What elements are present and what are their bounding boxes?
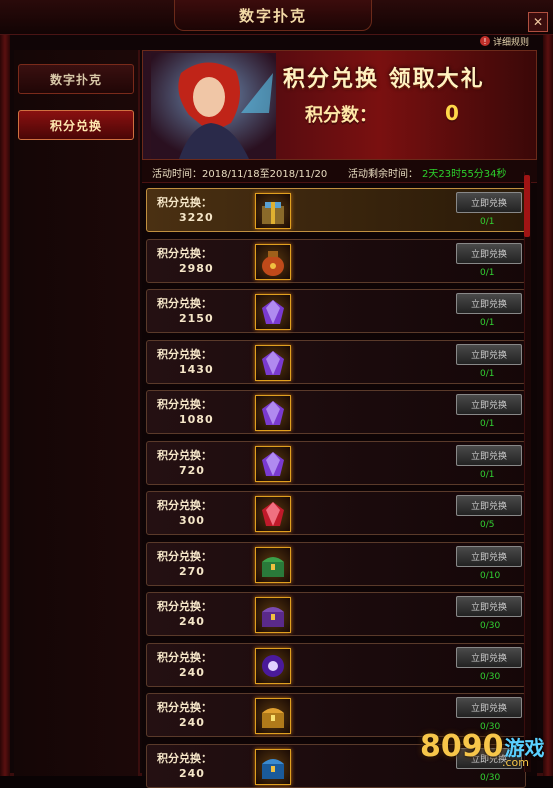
row-cost: 720 xyxy=(179,463,205,477)
purple-orb-icon[interactable] xyxy=(255,647,291,684)
reward-row: 积分兑换： 1080 立即兑换 0/1 xyxy=(146,390,526,434)
redeem-limit: 0/1 xyxy=(480,469,495,480)
event-banner: 积分兑换 领取大礼 积分数： 0 xyxy=(142,50,537,160)
redeem-button[interactable]: 立即兑换 xyxy=(456,495,522,516)
redeem-limit: 0/30 xyxy=(480,671,501,682)
row-cost: 2150 xyxy=(179,312,214,325)
info-icon: ! xyxy=(480,36,490,46)
redeem-limit: 0/1 xyxy=(480,267,495,278)
row-cost: 240 xyxy=(179,665,205,679)
blue-chest-icon[interactable] xyxy=(255,748,291,785)
row-cost: 1430 xyxy=(179,362,214,376)
remaining-value: 2天23时55分34秒 xyxy=(422,169,507,180)
remaining-label: 活动剩余时间： xyxy=(348,169,418,180)
watermark-number: 8090 xyxy=(420,728,504,764)
reward-row: 积分兑换： 2150 立即兑换 0/1 xyxy=(146,289,526,333)
row-cost: 1080 xyxy=(179,413,214,426)
reward-row: 积分兑换： 240 立即兑换 0/30 xyxy=(146,592,526,636)
scrollbar-track[interactable] xyxy=(524,172,531,772)
row-cost: 270 xyxy=(179,564,205,578)
row-cost: 3220 xyxy=(179,211,214,224)
main-panel: 积分兑换 领取大礼 积分数： 0 活动时间：2018/11/18至2018/11… xyxy=(142,50,537,788)
redeem-button[interactable]: 立即兑换 xyxy=(456,293,522,314)
redeem-limit: 0/10 xyxy=(480,570,501,581)
reward-row: 积分兑换： 1430 立即兑换 0/1 xyxy=(146,339,526,384)
purple-gem-icon[interactable] xyxy=(255,294,291,330)
row-cost: 240 xyxy=(179,766,205,780)
sidebar: 数字扑克 积分兑换 xyxy=(14,50,140,776)
redeem-button[interactable]: 立即兑换 xyxy=(456,343,522,365)
window-title: 数字扑克 xyxy=(174,0,372,31)
reward-row: 积分兑换： 3220 立即兑换 0/1 xyxy=(146,188,526,232)
redeem-button[interactable]: 立即兑换 xyxy=(456,444,522,466)
treasure-bag-icon[interactable] xyxy=(255,243,291,280)
row-label: 积分兑换： xyxy=(157,297,212,310)
row-label: 积分兑换： xyxy=(157,196,212,209)
hero-portrait xyxy=(151,53,276,159)
watermark-suffix: .com xyxy=(502,756,529,769)
redeem-limit: 0/30 xyxy=(480,621,501,631)
row-label: 积分兑换： xyxy=(157,347,212,361)
purple-gem-icon[interactable] xyxy=(255,344,291,381)
rules-link[interactable]: ! 详细规则 xyxy=(480,34,529,48)
redeem-button[interactable]: 立即兑换 xyxy=(456,646,522,668)
window-left-edge xyxy=(0,0,10,776)
rules-label: 详细规则 xyxy=(493,37,530,48)
row-cost: 2980 xyxy=(179,261,214,275)
reward-row: 积分兑换： 300 立即兑换 0/5 xyxy=(146,491,526,535)
redeem-button[interactable]: 立即兑换 xyxy=(456,394,522,415)
green-chest-icon[interactable] xyxy=(255,546,291,583)
site-watermark: 8090 游戏 .com xyxy=(420,720,550,772)
row-label: 积分兑换： xyxy=(157,448,212,462)
row-label: 积分兑换： xyxy=(157,701,212,714)
row-label: 积分兑换： xyxy=(157,246,212,260)
row-label: 积分兑换： xyxy=(157,549,212,563)
row-label: 积分兑换： xyxy=(157,398,212,411)
purple-gem-icon[interactable] xyxy=(255,395,291,431)
row-label: 积分兑换： xyxy=(157,499,212,512)
banner-title: 积分兑换 领取大礼 xyxy=(283,67,485,92)
row-label: 积分兑换： xyxy=(157,650,212,664)
redeem-limit: 0/5 xyxy=(480,520,495,530)
activity-info-bar: 活动时间：2018/11/18至2018/11/20 活动剩余时间： 2天23时… xyxy=(142,160,537,183)
points-label: 积分数： xyxy=(305,105,377,126)
sidebar-item-poker[interactable]: 数字扑克 xyxy=(18,64,134,94)
row-cost: 240 xyxy=(179,615,205,628)
gold-chest-icon[interactable] xyxy=(255,698,291,734)
redeem-button[interactable]: 立即兑换 xyxy=(456,697,522,718)
row-cost: 300 xyxy=(179,514,205,527)
purple-gem-icon[interactable] xyxy=(255,445,291,482)
redeem-button[interactable]: 立即兑换 xyxy=(456,192,522,213)
redeem-button[interactable]: 立即兑换 xyxy=(456,545,522,567)
redeem-button[interactable]: 立即兑换 xyxy=(456,596,522,617)
row-label: 积分兑换： xyxy=(157,751,212,765)
reward-row: 积分兑换： 270 立即兑换 0/10 xyxy=(146,541,526,586)
purple-chest-icon[interactable] xyxy=(255,597,291,633)
window-right-edge xyxy=(543,0,553,776)
scrollbar-thumb[interactable] xyxy=(524,175,530,237)
points-value: 0 xyxy=(445,101,459,125)
close-button[interactable]: ✕ xyxy=(528,12,548,32)
row-label: 积分兑换： xyxy=(157,600,212,613)
activity-time: 活动时间：2018/11/18至2018/11/20 xyxy=(152,169,328,180)
reward-row: 积分兑换： 720 立即兑换 0/1 xyxy=(146,440,526,485)
redeem-limit: 0/30 xyxy=(480,772,501,783)
reward-row: 积分兑换： 240 立即兑换 0/30 xyxy=(146,642,526,687)
redeem-limit: 0/1 xyxy=(480,368,495,379)
gift-box-icon[interactable] xyxy=(255,193,291,229)
redeem-limit: 0/1 xyxy=(480,419,495,429)
row-cost: 240 xyxy=(179,716,205,729)
sidebar-item-points-exchange[interactable]: 积分兑换 xyxy=(18,110,134,140)
redeem-limit: 0/1 xyxy=(480,318,495,328)
redeem-limit: 0/1 xyxy=(480,217,495,227)
reward-row: 积分兑换： 2980 立即兑换 0/1 xyxy=(146,238,526,283)
redeem-button[interactable]: 立即兑换 xyxy=(456,242,522,264)
red-gem-icon[interactable] xyxy=(255,496,291,532)
title-bar: 数字扑克 ✕ xyxy=(0,0,553,35)
